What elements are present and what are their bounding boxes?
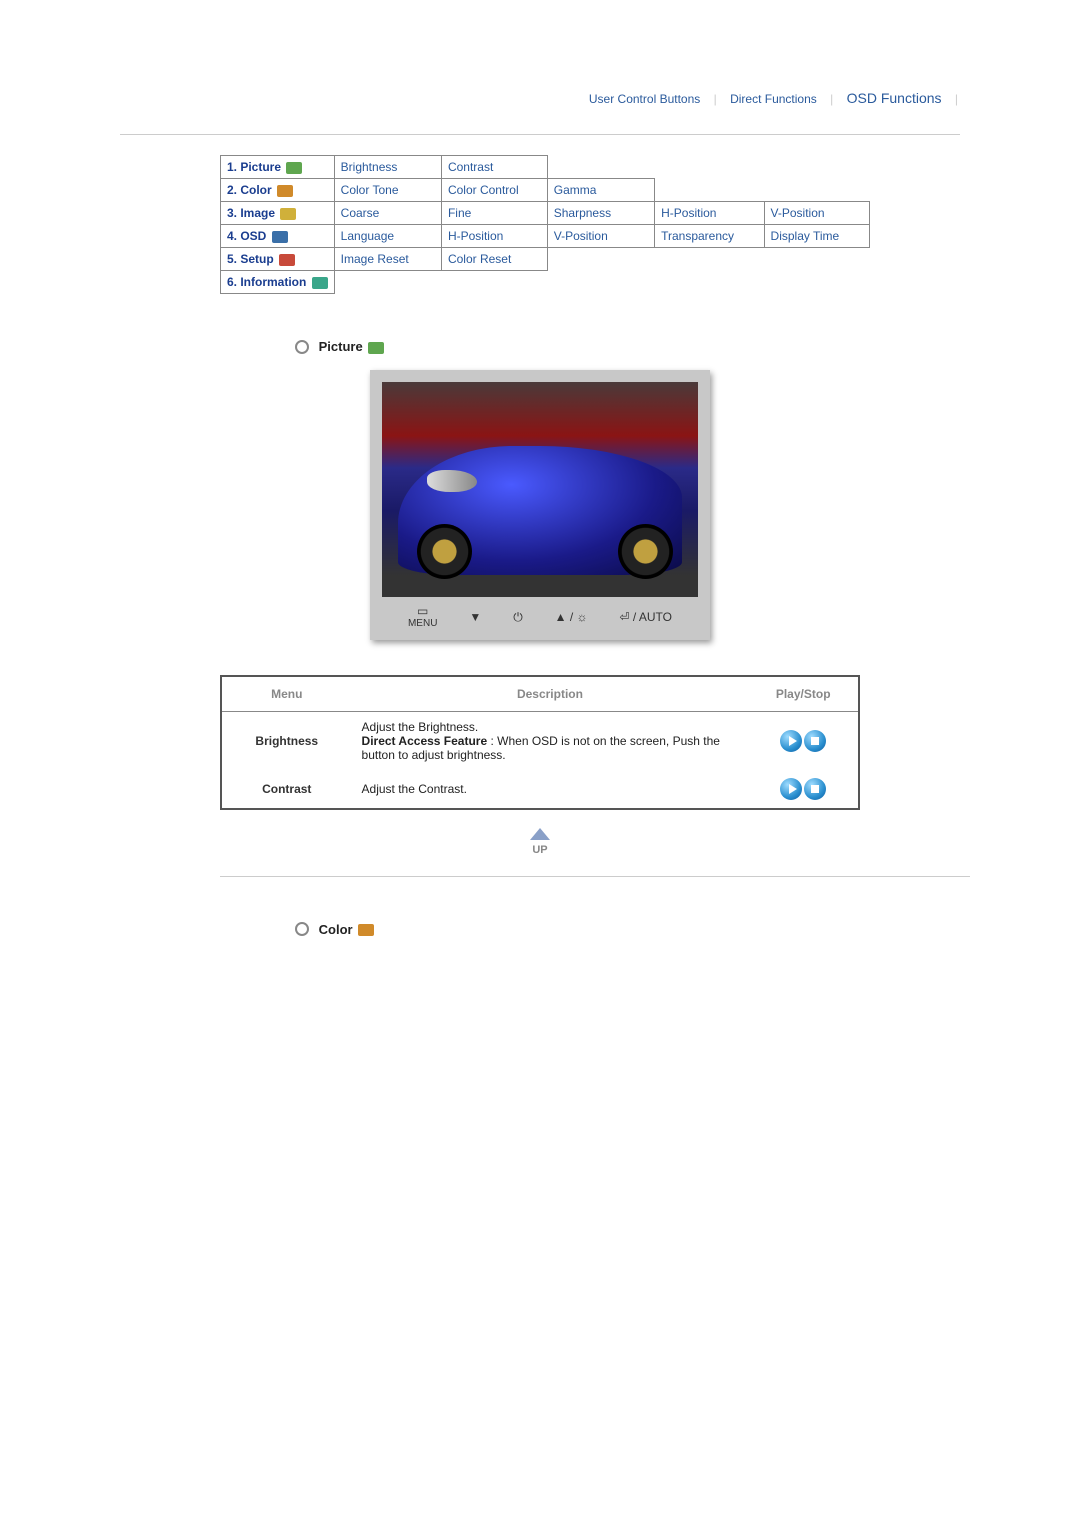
index-link[interactable]: Contrast <box>441 156 547 179</box>
index-link[interactable]: Fine <box>441 202 547 225</box>
index-link-anchor[interactable]: Color Tone <box>341 183 399 197</box>
monitor-screen-image <box>382 382 698 597</box>
index-link[interactable]: H-Position <box>655 202 764 225</box>
col-description: Description <box>352 676 749 712</box>
menu-button-label: MENU <box>408 618 437 629</box>
nav-sep: | <box>714 92 717 106</box>
section-color-title: Color <box>319 922 353 937</box>
index-link[interactable]: Sharpness <box>547 202 654 225</box>
index-link[interactable]: Color Control <box>441 179 547 202</box>
table-row: 1. Picture Brightness Contrast <box>221 156 870 179</box>
table-row: BrightnessAdjust the Brightness.Direct A… <box>221 711 859 770</box>
index-link-anchor[interactable]: V-Position <box>554 229 608 243</box>
stop-button[interactable] <box>804 730 826 752</box>
menu-name: Contrast <box>221 770 352 809</box>
up-arrow-icon: UP <box>532 828 547 856</box>
table-row: 2. Color Color Tone Color Control Gamma <box>221 179 870 202</box>
picture-description-table: Menu Description Play/Stop BrightnessAdj… <box>220 675 860 810</box>
play-button[interactable] <box>780 778 802 800</box>
index-link-anchor[interactable]: Image Reset <box>341 252 409 266</box>
category-icon <box>280 208 296 220</box>
index-link-anchor[interactable]: Gamma <box>554 183 597 197</box>
color-icon <box>358 924 374 936</box>
index-link-anchor[interactable]: Contrast <box>448 160 493 174</box>
index-link-anchor[interactable]: Coarse <box>341 206 380 220</box>
nav-sep: | <box>830 92 833 106</box>
index-row-head[interactable]: 6. Information <box>221 271 335 294</box>
nav-direct-functions[interactable]: Direct Functions <box>730 92 817 106</box>
category-icon <box>277 185 293 197</box>
bullet-icon <box>295 340 309 354</box>
enter-auto-button[interactable]: ⏎ / AUTO <box>619 611 672 623</box>
picture-icon <box>368 342 384 354</box>
divider <box>120 134 960 135</box>
monitor-preview: ▭ MENU ▼ ⏻ ▲ / ☼ ⏎ / AUTO <box>370 370 710 640</box>
play-stop-cell <box>748 770 859 809</box>
section-color-heading: Color <box>295 922 960 938</box>
col-playstop: Play/Stop <box>748 676 859 712</box>
index-link[interactable]: Coarse <box>334 202 441 225</box>
nav-osd-functions[interactable]: OSD Functions <box>847 90 942 106</box>
index-row-head[interactable]: 2. Color <box>221 179 335 202</box>
index-link-anchor[interactable]: Brightness <box>341 160 398 174</box>
menu-name: Brightness <box>221 711 352 770</box>
index-link[interactable]: V-Position <box>547 225 654 248</box>
index-row-head[interactable]: 4. OSD <box>221 225 335 248</box>
bullet-icon <box>295 922 309 936</box>
table-header-row: Menu Description Play/Stop <box>221 676 859 712</box>
category-icon <box>286 162 302 174</box>
index-row-head[interactable]: 3. Image <box>221 202 335 225</box>
up-brightness-button[interactable]: ▲ / ☼ <box>555 611 588 623</box>
divider <box>220 876 970 877</box>
index-link[interactable]: Image Reset <box>334 248 441 271</box>
section-picture-heading: Picture <box>295 339 960 355</box>
table-row: 6. Information <box>221 271 870 294</box>
up-label: UP <box>532 844 547 856</box>
osd-index-table: 1. Picture Brightness Contrast 2. Color Co… <box>220 155 870 294</box>
index-row-head[interactable]: 1. Picture <box>221 156 335 179</box>
index-link[interactable]: Display Time <box>764 225 869 248</box>
index-link-anchor[interactable]: V-Position <box>771 206 825 220</box>
table-row: 4. OSD Language H-Position V-Position Trans… <box>221 225 870 248</box>
table-row: 5. Setup Image Reset Color Reset <box>221 248 870 271</box>
menu-description: Adjust the Brightness.Direct Access Feat… <box>352 711 749 770</box>
index-link-anchor[interactable]: H-Position <box>448 229 503 243</box>
stop-button[interactable] <box>804 778 826 800</box>
index-link-anchor[interactable]: Transparency <box>661 229 734 243</box>
index-link-anchor[interactable]: Color Control <box>448 183 519 197</box>
category-icon <box>312 277 328 289</box>
index-link[interactable]: Color Tone <box>334 179 441 202</box>
menu-description: Adjust the Contrast. <box>352 770 749 809</box>
index-row-head[interactable]: 5. Setup <box>221 248 335 271</box>
top-nav: User Control Buttons | Direct Functions … <box>120 60 960 126</box>
nav-sep: | <box>955 92 958 106</box>
table-row: ContrastAdjust the Contrast. <box>221 770 859 809</box>
index-link-anchor[interactable]: Language <box>341 229 394 243</box>
index-link-anchor[interactable]: H-Position <box>661 206 716 220</box>
category-icon <box>272 231 288 243</box>
index-link[interactable]: Brightness <box>334 156 441 179</box>
nav-user-buttons[interactable]: User Control Buttons <box>589 92 700 106</box>
play-button[interactable] <box>780 730 802 752</box>
index-link-anchor[interactable]: Color Reset <box>448 252 511 266</box>
index-link-anchor[interactable]: Sharpness <box>554 206 611 220</box>
play-stop-cell <box>748 711 859 770</box>
power-button[interactable]: ⏻ <box>513 611 523 623</box>
index-link[interactable]: Language <box>334 225 441 248</box>
index-link[interactable]: Gamma <box>547 179 654 202</box>
down-button[interactable]: ▼ <box>469 611 481 623</box>
index-link-anchor[interactable]: Display Time <box>771 229 840 243</box>
index-link[interactable]: Color Reset <box>441 248 547 271</box>
index-link[interactable]: Transparency <box>655 225 764 248</box>
index-link[interactable]: H-Position <box>441 225 547 248</box>
monitor-button-bar: ▭ MENU ▼ ⏻ ▲ / ☼ ⏎ / AUTO <box>382 597 698 629</box>
table-row: 3. Image Coarse Fine Sharpness H-Position V-… <box>221 202 870 225</box>
category-icon <box>279 254 295 266</box>
index-link-anchor[interactable]: Fine <box>448 206 471 220</box>
col-menu: Menu <box>221 676 352 712</box>
menu-button[interactable]: ▭ MENU <box>408 605 437 629</box>
section-picture-title: Picture <box>319 339 363 354</box>
back-to-top[interactable]: UP <box>120 828 960 856</box>
index-link[interactable]: V-Position <box>764 202 869 225</box>
